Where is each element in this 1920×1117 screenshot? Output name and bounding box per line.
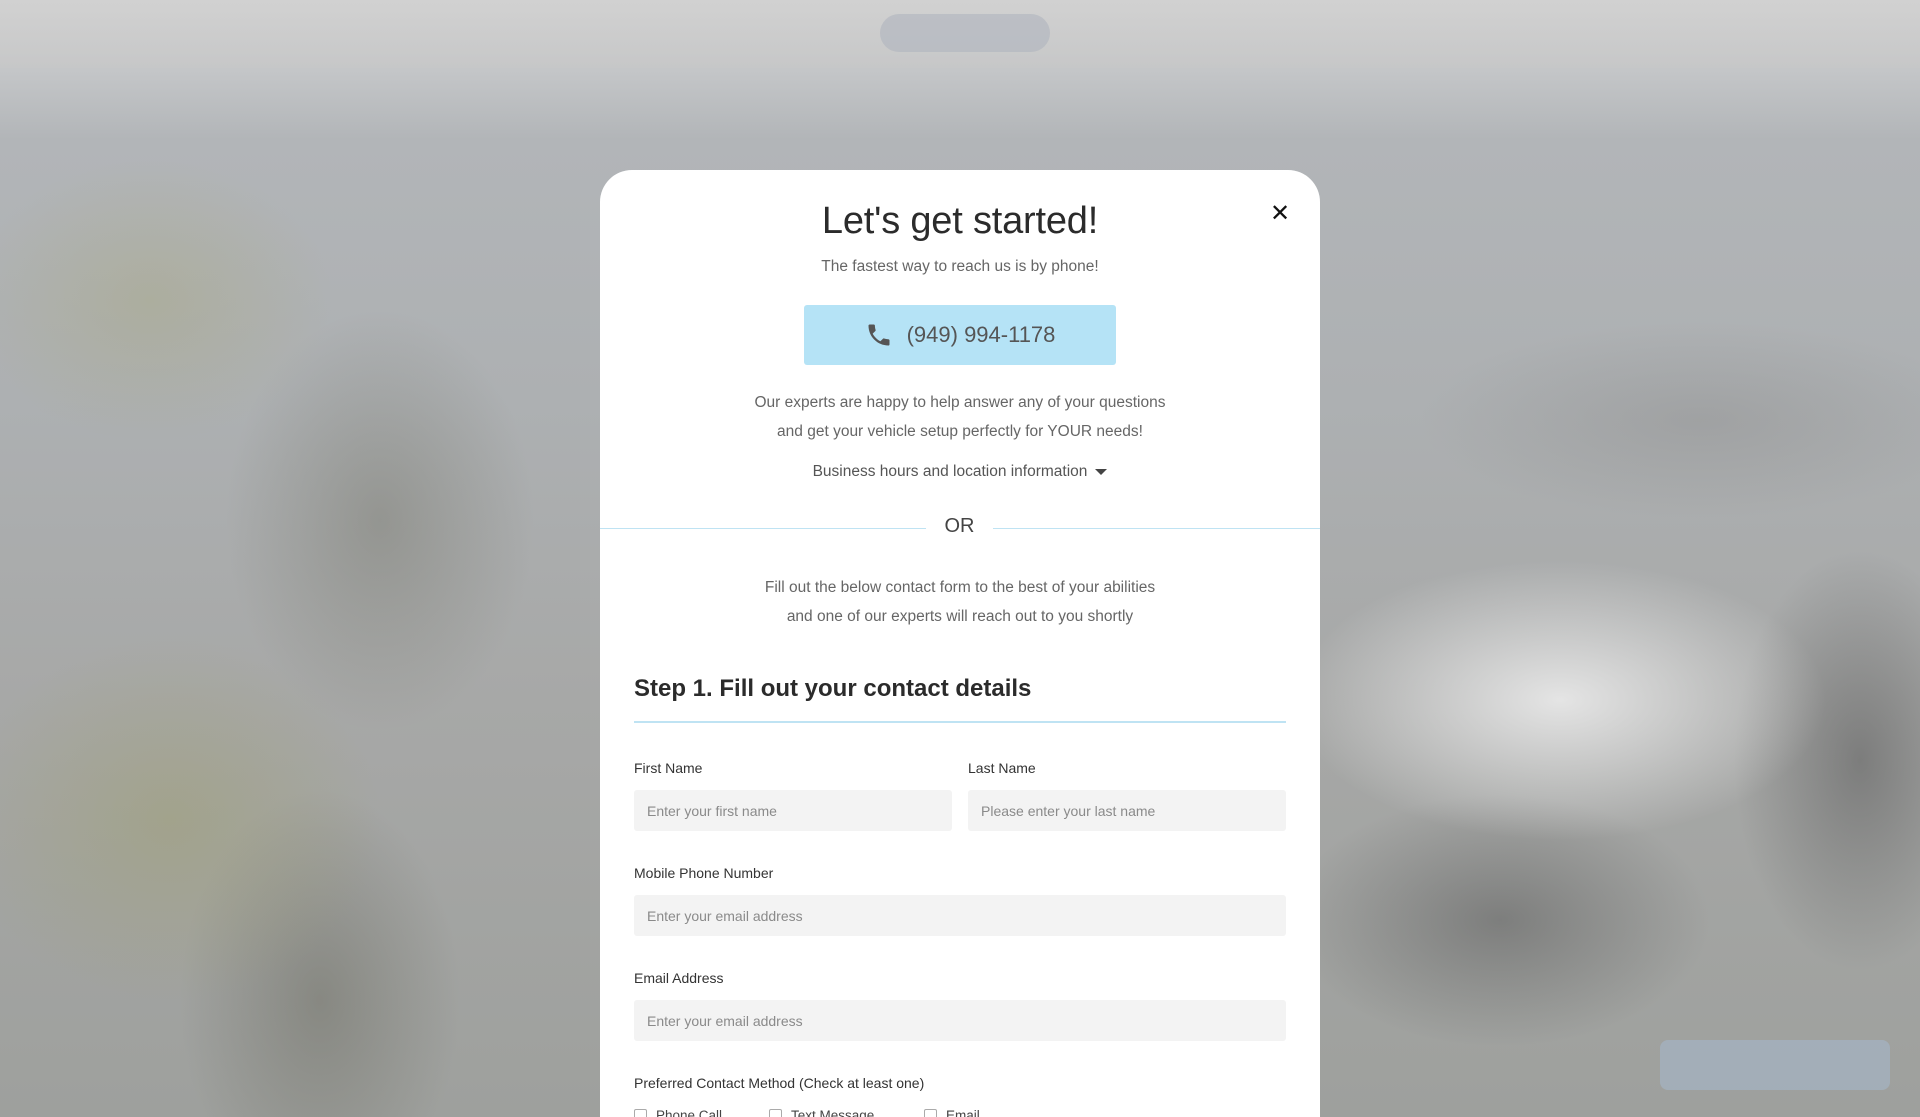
form-intro-line: and one of our experts will reach out to… [786, 608, 1134, 625]
divider [600, 528, 926, 529]
contact-modal: ✕ Let's get started! The fastest way to … [600, 170, 1320, 1117]
background-logo [880, 14, 1050, 52]
business-hours-toggle[interactable]: Business hours and location information [600, 463, 1320, 481]
intro-line: Our experts are happy to help answer any… [754, 394, 1166, 411]
contact-method-options: Phone Call Text Message Email [634, 1108, 1024, 1117]
modal-subtitle: The fastest way to reach us is by phone! [821, 258, 1099, 275]
option-label: Text Message [791, 1108, 875, 1117]
or-label: OR [944, 515, 975, 537]
first-name-label: First Name [634, 760, 703, 776]
email-input[interactable] [634, 1000, 1286, 1041]
last-name-input[interactable] [968, 790, 1286, 831]
phone-number: (949) 994-1178 [906, 322, 1056, 347]
first-name-input[interactable] [634, 790, 952, 831]
form-intro-line: Fill out the below contact form to the b… [764, 579, 1156, 596]
experts-intro: Our experts are happy to help answer any… [600, 388, 1320, 446]
background-button [1660, 1040, 1890, 1090]
business-hours-label: Business hours and location information [812, 463, 1088, 480]
email-label: Email Address [634, 970, 724, 986]
mobile-phone-input[interactable] [634, 895, 1286, 936]
option-label: Email [946, 1108, 980, 1117]
contact-option-email[interactable]: Email [924, 1108, 1024, 1117]
checkbox[interactable] [924, 1109, 937, 1117]
call-phone-button[interactable]: (949) 994-1178 [804, 305, 1116, 365]
option-label: Phone Call [656, 1108, 723, 1117]
phone-icon [868, 324, 890, 346]
contact-method-label: Preferred Contact Method (Check at least… [634, 1075, 925, 1091]
caret-down-icon [1095, 468, 1108, 475]
step-heading: Step 1. Fill out your contact details [634, 675, 1286, 723]
mobile-phone-label: Mobile Phone Number [634, 865, 774, 881]
intro-line: and get your vehicle setup perfectly for… [777, 423, 1143, 440]
contact-option-phone-call[interactable]: Phone Call [634, 1108, 769, 1117]
contact-option-text-message[interactable]: Text Message [769, 1108, 924, 1117]
modal-title: Let's get started! [821, 200, 1099, 242]
form-intro: Fill out the below contact form to the b… [600, 573, 1320, 631]
divider [993, 528, 1320, 529]
checkbox[interactable] [769, 1109, 782, 1117]
last-name-label: Last Name [968, 760, 1036, 776]
checkbox[interactable] [634, 1109, 647, 1117]
